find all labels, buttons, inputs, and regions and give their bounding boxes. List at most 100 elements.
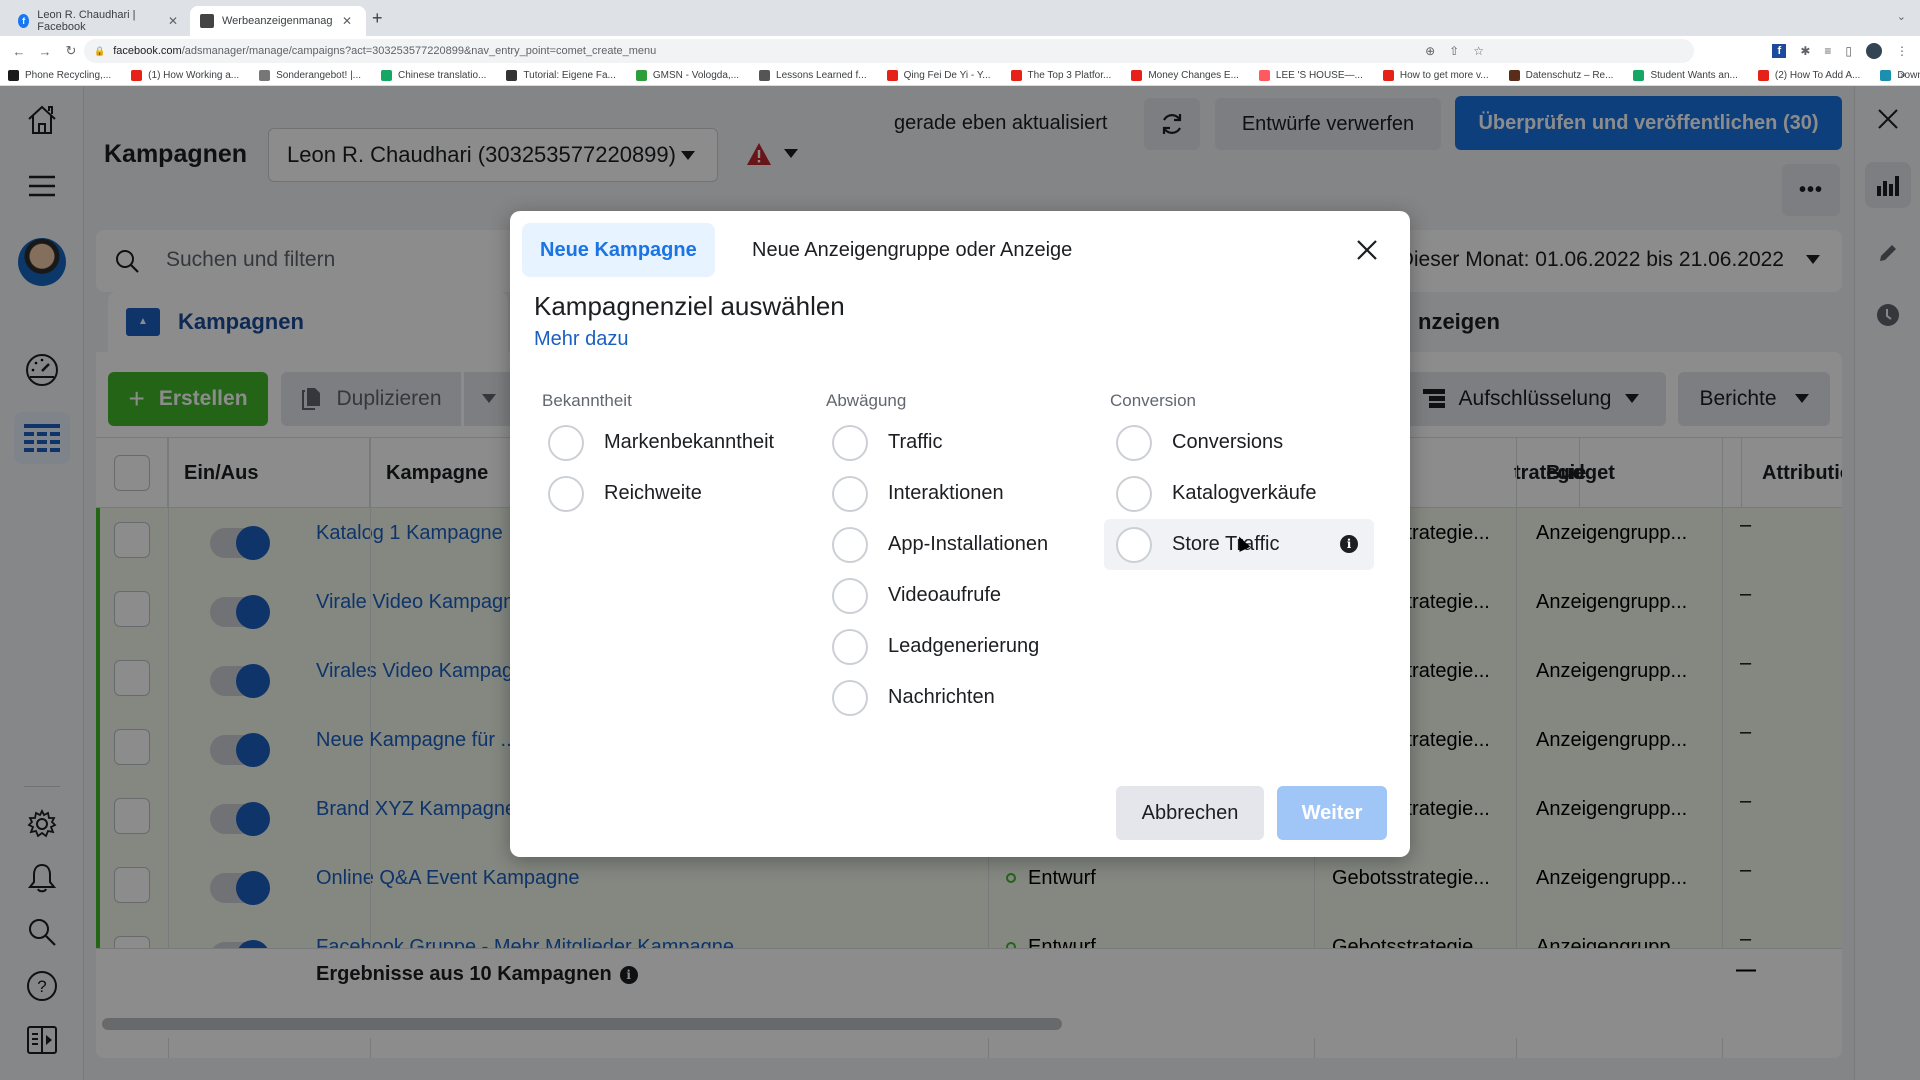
bookmark-label: (1) How Working a... [148,70,240,81]
new-tab-button[interactable]: + [372,8,383,29]
bookmark-label: GMSN - Vologda,... [652,70,740,81]
objective-group: Abwägung Traffic Interaktionen App-Installa… [820,391,1090,723]
bookmark-item[interactable]: How to get more v... [1382,70,1489,81]
url-input[interactable]: 🔒 facebook.com /adsmanager/manage/campai… [84,39,1694,63]
extensions-puzzle-icon[interactable]: ✱ [1800,44,1810,58]
bookmark-label: Student Wants an... [1650,70,1738,81]
learn-more-link[interactable]: Mehr dazu [534,328,629,351]
bookmarks-overflow-icon[interactable]: » [1900,69,1906,81]
objective-label: Store Traffic [1172,533,1280,555]
objective-option[interactable]: Conversions [1104,417,1374,468]
bookmark-label: Qing Fei De Yi - Y... [903,70,991,81]
objective-radio[interactable] [832,679,868,716]
close-dialog-button[interactable] [1352,235,1382,265]
browser-tab-adsmanager[interactable]: Werbeanzeigenmanager - Wer ✕ [190,6,366,36]
objective-radio[interactable] [832,628,868,665]
bookmark-favicon-icon [635,70,647,81]
objective-option[interactable]: Leadgenerierung [820,621,1090,672]
next-button[interactable]: Weiter [1277,786,1387,840]
tab-search-chevron-icon[interactable]: ⌄ [1897,10,1906,23]
objective-label: Reichweite [604,482,702,504]
objective-radio[interactable] [548,424,584,461]
bookmark-favicon-icon [131,70,143,81]
bookmark-favicon-icon [1258,70,1270,81]
url-host: facebook.com [113,45,182,57]
bookmark-item[interactable]: Sonderangebot! |... [259,70,361,81]
tab-title: Werbeanzeigenmanager - Wer [222,15,332,27]
objective-option[interactable]: Videoaufrufe [820,570,1090,621]
lock-icon: 🔒 [94,45,106,56]
objective-label: Videoaufrufe [888,584,1002,606]
bookmark-item[interactable]: LEE 'S HOUSE—... [1258,70,1363,81]
bookmark-label: How to get more v... [1399,70,1489,81]
back-arrow-icon[interactable]: ← [12,44,26,59]
objective-label: Traffic [888,431,943,453]
bookmark-favicon-icon [8,70,19,81]
bookmark-item[interactable]: Lessons Learned f... [759,70,867,81]
adsmanager-favicon-icon [200,14,214,28]
objective-radio[interactable] [832,577,868,614]
zoom-icon[interactable]: ⊕ [1425,44,1435,58]
profile-avatar[interactable] [1866,43,1882,59]
bookmark-favicon-icon [1382,70,1394,81]
reading-list-icon[interactable]: ≡ [1824,44,1831,58]
tab-new-campaign[interactable]: Neue Kampagne [522,223,715,277]
bookmark-label: Tutorial: Eigene Fa... [523,70,616,81]
bookmark-item[interactable]: The Top 3 Platfor... [1010,70,1111,81]
objective-radio[interactable] [548,475,584,512]
bookmark-item[interactable]: Student Wants an... [1633,70,1738,81]
bookmark-item[interactable]: Chinese translatio... [381,70,486,81]
bookmark-item[interactable]: (1) How Working a... [131,70,239,81]
bookmark-item[interactable]: Money Changes E... [1131,70,1239,81]
objective-radio[interactable] [1116,526,1152,563]
objective-radio[interactable] [1116,475,1152,512]
bookmark-item[interactable]: Tutorial: Eigene Fa... [506,70,616,81]
bookmark-label: (2) How To Add A... [1774,70,1861,81]
browser-tab-facebook[interactable]: f Leon R. Chaudhari | Facebook ✕ [8,6,188,36]
objective-radio[interactable] [832,424,868,461]
bookmark-item[interactable]: GMSN - Vologda,... [635,70,740,81]
objective-radio[interactable] [832,526,868,563]
close-icon [1357,240,1377,260]
bookmark-item[interactable]: Qing Fei De Yi - Y... [886,70,991,81]
close-tab-icon[interactable]: ✕ [168,14,178,28]
info-icon[interactable]: i [1340,535,1358,553]
bookmark-item[interactable]: (2) How To Add A... [1757,70,1861,81]
reload-icon[interactable]: ↻ [64,43,78,59]
objective-option[interactable]: Traffic [820,417,1090,468]
bookmark-favicon-icon [259,70,271,81]
objective-option[interactable]: Markenbekanntheit [536,417,806,468]
objective-option[interactable]: App-Installationen [820,519,1090,570]
bookmark-star-icon[interactable]: ☆ [1473,44,1484,58]
objective-label: Leadgenerierung [888,635,1040,657]
objective-option[interactable]: Interaktionen [820,468,1090,519]
facebook-favicon-icon: f [18,14,30,28]
objective-radio[interactable] [1116,424,1152,461]
objective-radio[interactable] [832,475,868,512]
cancel-button[interactable]: Abbrechen [1116,786,1264,840]
objective-option[interactable]: Katalogverkäufe [1104,468,1374,519]
tab-new-adset-or-ad[interactable]: Neue Anzeigengruppe oder Anzeige [734,223,1090,277]
forward-arrow-icon[interactable]: → [38,44,52,59]
objective-label: App-Installationen [888,533,1049,555]
objective-label: Interaktionen [888,482,1004,504]
address-bar-row: ← → ↻ 🔒 facebook.com /adsmanager/manage/… [0,36,1920,66]
bookmark-favicon-icon [886,70,898,81]
objective-label: Nachrichten [888,686,995,708]
share-icon[interactable]: ⇧ [1449,44,1459,58]
bookmark-favicon-icon [759,70,771,81]
bookmark-favicon-icon [1757,70,1769,81]
bookmarks-bar: Phone Recycling,... (1) How Working a... S… [0,66,1920,86]
bookmark-item[interactable]: Phone Recycling,... [8,70,111,81]
bookmark-favicon-icon [1508,70,1520,81]
bookmark-label: Money Changes E... [1148,70,1239,81]
facebook-extension-icon[interactable]: f [1772,44,1787,58]
objective-option[interactable]: Nachrichten [820,672,1090,723]
browser-menu-icon[interactable]: ⋮ [1896,44,1908,58]
side-panel-icon[interactable]: ▯ [1845,44,1852,58]
bookmark-item[interactable]: Datenschutz – Re... [1508,70,1613,81]
objective-group-heading: Bekanntheit [542,391,632,410]
bookmark-favicon-icon [1131,70,1143,81]
close-tab-icon[interactable]: ✕ [342,14,352,28]
objective-option[interactable]: Reichweite [536,468,806,519]
